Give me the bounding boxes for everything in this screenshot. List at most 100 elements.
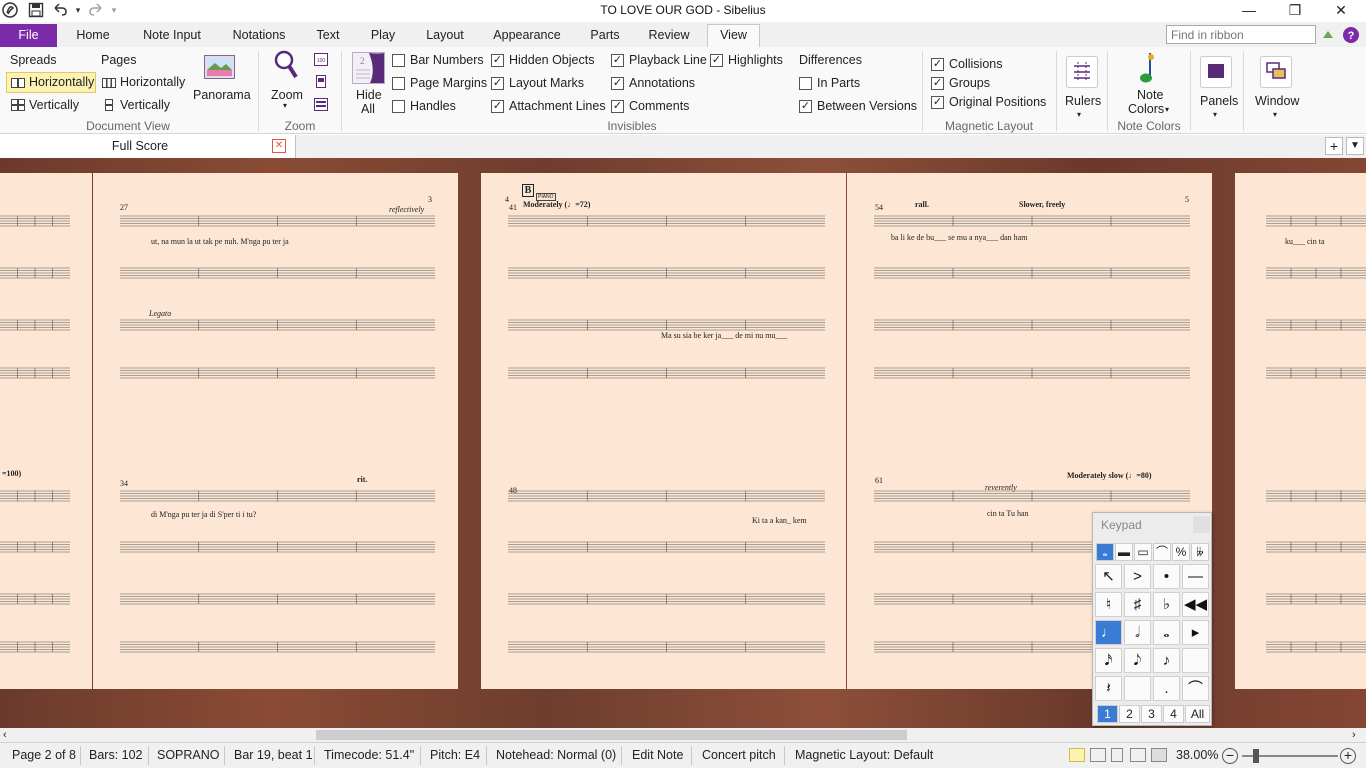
keypad-top-key[interactable]: ▭ [1134,543,1152,561]
attachment-lines-checkbox[interactable]: ✓ [491,100,504,113]
tab-file[interactable]: File [0,24,57,47]
keypad-key[interactable]: 𝅘𝅥𝅮 [1124,648,1151,673]
highlights-checkbox[interactable]: ✓ [710,54,723,67]
tab-home[interactable]: Home [70,26,116,47]
hide-all-icon[interactable]: 2 [352,52,385,84]
pages-horizontal-icon[interactable] [102,77,116,88]
groups-checkbox[interactable]: ✓ [931,77,944,90]
collapse-ribbon-icon[interactable] [1322,28,1334,40]
panorama-icon[interactable] [204,55,235,79]
fit-page-icon[interactable] [314,75,328,88]
keypad-key[interactable]: ▸ [1182,620,1209,645]
tab-review[interactable]: Review [643,26,695,47]
ribbon-search-input[interactable] [1166,25,1316,44]
comments-checkbox[interactable]: ✓ [611,100,624,113]
keypad-key[interactable]: ♮ [1095,592,1122,617]
window-icon[interactable] [1260,56,1292,88]
keypad-layout-tab[interactable]: 4 [1163,705,1184,723]
layout-marks-checkbox[interactable]: ✓ [491,77,504,90]
note-colors-label-1[interactable]: Note [1137,88,1163,102]
keypad-top-key[interactable]: ⌒ [1153,543,1171,561]
page-margins-checkbox[interactable] [392,77,405,90]
rulers-button[interactable]: Rulers [1065,94,1101,108]
original-positions-checkbox[interactable]: ✓ [931,96,944,109]
keypad-layout-tab[interactable]: 3 [1141,705,1162,723]
panorama-button[interactable]: Panorama [193,88,251,102]
keypad-key[interactable] [1124,676,1151,701]
keypad-top-key[interactable]: 𝄫 [1191,543,1209,561]
pages-view-icon[interactable] [1090,748,1106,762]
tab-list-dropdown-icon[interactable]: ▼ [1346,137,1364,155]
maximize-button[interactable]: ❐ [1272,0,1318,22]
tab-note-input[interactable]: Note Input [136,26,208,47]
between-versions-checkbox[interactable]: ✓ [799,100,812,113]
keypad-key[interactable]: 𝄽 [1095,676,1122,701]
keypad-top-key[interactable]: % [1172,543,1190,561]
keypad-key[interactable]: ⌒ [1182,676,1209,701]
playback-line-checkbox[interactable]: ✓ [611,54,624,67]
scroll-left-icon[interactable]: ‹ [3,728,7,742]
magnifier-icon[interactable] [274,50,298,80]
keypad-layout-tab[interactable]: 1 [1097,705,1118,723]
add-tab-icon[interactable]: + [1325,137,1343,155]
window-dropdown-icon[interactable]: ▾ [1273,110,1277,119]
scroll-right-icon[interactable]: › [1352,728,1356,742]
spreads-vertically-button[interactable]: Vertically [29,98,79,112]
keypad-key[interactable]: 𝅗𝅥 [1124,620,1151,645]
zoom-100-icon[interactable]: 100 [314,53,328,66]
keypad-top-key[interactable]: ▬ [1115,543,1133,561]
fit-width-icon[interactable] [314,98,328,111]
zoom-button[interactable]: Zoom [271,88,303,102]
zoom-slider-handle[interactable] [1253,749,1259,763]
tab-view[interactable]: View [707,24,760,47]
handles-checkbox[interactable] [392,100,405,113]
zoom-out-icon[interactable]: − [1222,748,1238,764]
pages-vertically-button[interactable]: Vertically [120,98,170,112]
note-colors-icon[interactable] [1138,51,1158,87]
keypad-key[interactable]: > [1124,564,1151,589]
note-colors-dropdown-icon[interactable]: ▾ [1165,105,1169,114]
keypad-key[interactable]: — [1182,564,1209,589]
keypad-key[interactable]: 𝅘𝅥𝅯 [1095,648,1122,673]
keypad-key[interactable]: ◀◀ [1182,592,1209,617]
tab-parts[interactable]: Parts [584,26,626,47]
keypad-key[interactable]: ♭ [1153,592,1180,617]
keypad-key[interactable]: • [1153,564,1180,589]
keypad-key[interactable] [1182,648,1209,673]
tab-notations[interactable]: Notations [225,26,293,47]
keypad-layout-tab[interactable]: 2 [1119,705,1140,723]
keypad-top-key[interactable]: 𝅝 [1096,543,1114,561]
annotations-checkbox[interactable]: ✓ [611,77,624,90]
keypad-key[interactable]: 𝅝 [1153,620,1180,645]
single-page-icon[interactable] [1111,748,1123,762]
horizontal-scrollbar[interactable]: ‹ › [0,728,1366,742]
tab-full-score[interactable]: Full Score ✕ [0,135,296,158]
close-window-button[interactable]: ✕ [1318,0,1364,22]
bar-numbers-checkbox[interactable] [392,54,405,67]
keypad-key[interactable]: . [1153,676,1180,701]
spreads-view-icon[interactable] [1069,748,1085,762]
panels-button[interactable]: Panels [1200,94,1238,108]
keypad-key[interactable]: ♯ [1124,592,1151,617]
focus-view-icon[interactable] [1151,748,1167,762]
keypad-panel[interactable]: Keypad 𝅝 ▬ ▭ ⌒% 𝄫 ↖ > • — ♮ ♯ ♭ ◀◀ ♩ 𝅗𝅥 𝅝 ▸ 𝅘𝅥𝅯 𝅘𝅥𝅮 ♪ 𝄽. ⌒ 1… [1092,512,1212,726]
zoom-dropdown-icon[interactable]: ▾ [283,101,287,110]
spreads-vertical-icon[interactable] [11,99,25,111]
tab-play[interactable]: Play [363,26,403,47]
help-icon[interactable]: ? [1342,26,1360,44]
panels-icon[interactable] [1200,56,1232,88]
close-tab-icon[interactable]: ✕ [272,139,286,153]
note-colors-label-2[interactable]: Colors [1128,102,1164,116]
in-parts-checkbox[interactable] [799,77,812,90]
hide-all-label-1[interactable]: Hide [356,88,382,102]
keypad-close-icon[interactable] [1193,516,1210,533]
tab-text[interactable]: Text [310,26,346,47]
collisions-checkbox[interactable]: ✓ [931,58,944,71]
zoom-in-icon[interactable]: + [1340,748,1356,764]
panels-dropdown-icon[interactable]: ▾ [1213,110,1217,119]
pages-horizontally-button[interactable]: Horizontally [120,75,185,89]
minimize-button[interactable]: — [1226,0,1272,22]
hide-all-label-2[interactable]: All [361,102,375,116]
tab-appearance[interactable]: Appearance [487,26,567,47]
pages-vertical-icon[interactable] [102,99,116,111]
